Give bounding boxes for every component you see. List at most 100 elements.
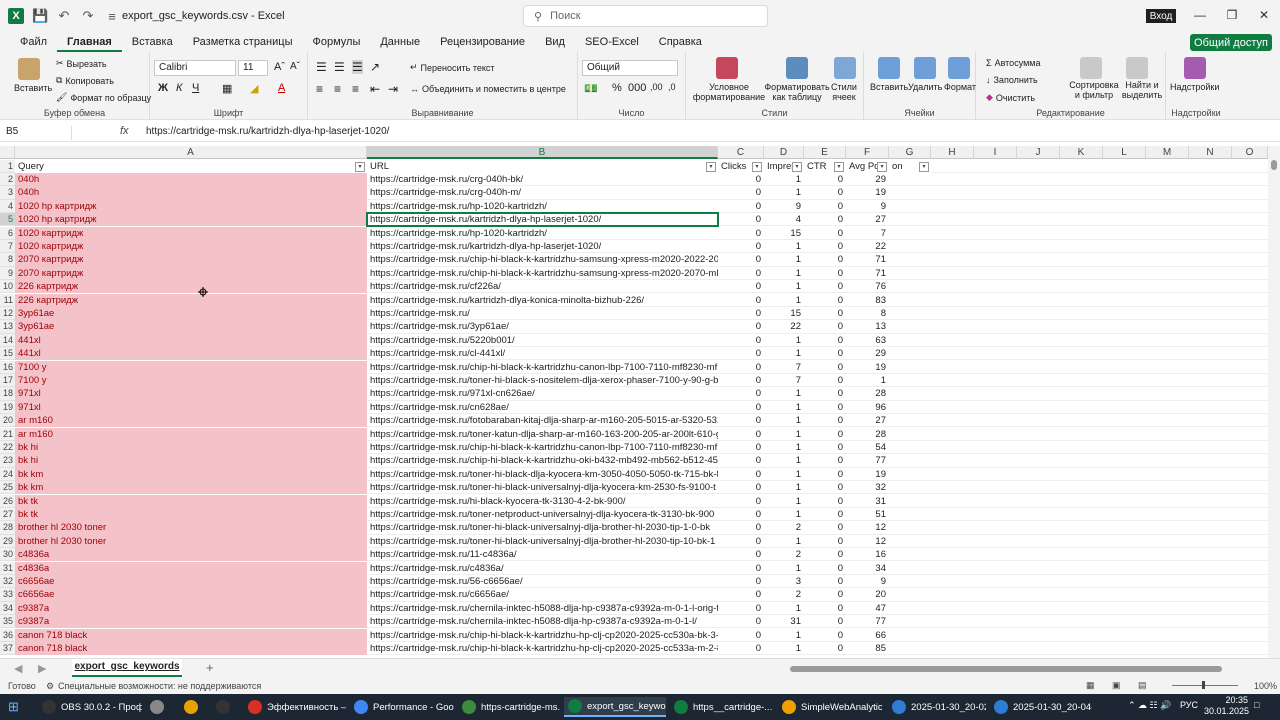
tab-file[interactable]: Файл [10, 32, 57, 52]
impressions-cell[interactable]: 1 [764, 280, 804, 293]
query-cell[interactable]: 7100 у [15, 360, 367, 374]
query-cell[interactable]: 441xl [15, 333, 367, 348]
row-header[interactable]: 20 [0, 414, 15, 428]
avg-position-cell[interactable]: 16 [846, 548, 889, 561]
clicks-cell[interactable]: 0 [718, 615, 764, 628]
name-box[interactable]: B5 [6, 126, 72, 140]
prev-sheet-icon[interactable]: ◀ [14, 662, 22, 675]
sort-filter-button[interactable]: Сортировка и фильтр [1068, 80, 1120, 100]
tab-help[interactable]: Справка [649, 32, 712, 52]
impressions-cell[interactable]: 1 [764, 602, 804, 615]
start-button[interactable]: ⊞ [4, 697, 32, 717]
find-select-icon[interactable] [1126, 57, 1148, 79]
row-header[interactable]: 33 [0, 588, 15, 602]
url-cell[interactable]: https://cartridge-msk.ru/chip-hi-black-k… [367, 454, 718, 467]
find-select-button[interactable]: Найти и выделить [1120, 80, 1164, 100]
url-cell[interactable]: https://cartridge-msk.ru/chip-hi-black-k… [367, 361, 718, 374]
impressions-cell[interactable]: 1 [764, 267, 804, 280]
clicks-cell[interactable]: 0 [718, 374, 764, 387]
clicks-cell[interactable]: 0 [718, 575, 764, 588]
query-cell[interactable]: c6656ae [15, 588, 367, 602]
clicks-cell[interactable]: 0 [718, 253, 764, 266]
query-cell[interactable]: brother hl 2030 toner [15, 521, 367, 535]
zoom-slider-thumb[interactable] [1202, 681, 1205, 689]
query-cell[interactable]: 1020 hp картридж [15, 213, 367, 227]
url-cell[interactable]: https://cartridge-msk.ru/cl-441xl/ [367, 347, 718, 360]
url-cell[interactable]: https://cartridge-msk.ru/hi-black-kyocer… [367, 495, 718, 508]
row-header[interactable]: 30 [0, 548, 15, 562]
url-cell[interactable]: https://cartridge-msk.ru/crg-040h-bk/ [367, 173, 718, 186]
ctr-cell[interactable]: 0 [804, 253, 846, 266]
increase-indent-icon[interactable]: ⇥ [388, 82, 398, 96]
row-header[interactable]: 3 [0, 186, 15, 200]
notification-icon[interactable]: □ [1254, 700, 1259, 710]
query-cell[interactable]: 040h [15, 172, 367, 187]
url-cell[interactable]: https://cartridge-msk.ru/chip-hi-black-k… [367, 441, 718, 454]
url-cell[interactable]: https://cartridge-msk.ru/56-c6656ae/ [367, 575, 718, 588]
query-cell[interactable]: 971xl [15, 400, 367, 415]
avg-position-cell[interactable]: 28 [846, 387, 889, 400]
url-cell[interactable]: https://cartridge-msk.ru/toner-hi-black-… [367, 374, 718, 387]
url-cell[interactable]: https://cartridge-msk.ru/971xl-cn626ae/ [367, 387, 718, 400]
url-cell[interactable]: https://cartridge-msk.ru/c6656ae/ [367, 588, 718, 601]
ctr-cell[interactable]: 0 [804, 361, 846, 374]
header-query[interactable]: Query [15, 159, 367, 173]
worksheet-grid[interactable]: A B C D E F G H I J K L M N O 1 Query ▾ URL ▾ Clicks ▾ Impres ▾… [0, 146, 1268, 658]
url-cell[interactable]: https://cartridge-msk.ru/kartridzh-dlya-… [367, 240, 718, 253]
impressions-cell[interactable]: 1 [764, 535, 804, 548]
clicks-cell[interactable]: 0 [718, 347, 764, 360]
taskbar-app-9[interactable]: SimpleWebAnalytics [778, 697, 882, 717]
avg-position-cell[interactable]: 77 [846, 454, 889, 467]
url-cell[interactable]: https://cartridge-msk.ru/kartridzh-dlya-… [367, 294, 718, 307]
ctr-cell[interactable]: 0 [804, 267, 846, 280]
tray-icons[interactable]: ⌃ ☁ ☷ 🔊 [1128, 700, 1171, 711]
row-header[interactable]: 16 [0, 360, 15, 374]
query-cell[interactable]: brother hl 2030 toner [15, 534, 367, 549]
query-cell[interactable]: c9387a [15, 615, 367, 629]
query-cell[interactable]: 2070 картридж [15, 253, 367, 267]
row-header[interactable]: 35 [0, 615, 15, 629]
url-cell[interactable]: https://cartridge-msk.ru/toner-hi-black-… [367, 468, 718, 481]
impressions-cell[interactable]: 7 [764, 374, 804, 387]
row-header[interactable]: 26 [0, 494, 15, 508]
row-header[interactable]: 2 [0, 172, 15, 187]
impressions-cell[interactable]: 1 [764, 428, 804, 441]
minimize-icon[interactable]: — [1190, 8, 1210, 22]
url-cell[interactable]: https://cartridge-msk.ru/toner-katun-dlj… [367, 428, 718, 441]
ctr-cell[interactable]: 0 [804, 401, 846, 414]
ctr-cell[interactable]: 0 [804, 280, 846, 293]
avg-position-cell[interactable]: 29 [846, 173, 889, 186]
row-header[interactable]: 21 [0, 427, 15, 441]
url-cell[interactable]: https://cartridge-msk.ru/c4836a/ [367, 562, 718, 575]
avg-position-cell[interactable]: 9 [846, 200, 889, 213]
url-cell[interactable]: https://cartridge-msk.ru/chernila-inktec… [367, 602, 718, 615]
ctr-cell[interactable]: 0 [804, 642, 846, 655]
ctr-cell[interactable]: 0 [804, 454, 846, 467]
column-header-k[interactable]: K [1060, 146, 1103, 159]
font-size-select[interactable]: 11 [238, 60, 268, 76]
clicks-cell[interactable]: 0 [718, 227, 764, 240]
ctr-cell[interactable]: 0 [804, 441, 846, 454]
taskbar-app-8[interactable]: https__cartridge-... [670, 697, 774, 717]
row-header[interactable]: 36 [0, 628, 15, 642]
ctr-cell[interactable]: 0 [804, 347, 846, 360]
avg-position-cell[interactable]: 54 [846, 441, 889, 454]
column-header-c[interactable]: C [718, 146, 764, 159]
ctr-cell[interactable]: 0 [804, 562, 846, 575]
taskbar-app-2[interactable] [180, 697, 208, 717]
row-header[interactable]: 27 [0, 507, 15, 522]
merge-center-button[interactable]: ↔ Объединить и поместить в центре [410, 84, 566, 94]
row-header[interactable]: 15 [0, 347, 15, 361]
row-header[interactable]: 24 [0, 467, 15, 482]
ctr-cell[interactable]: 0 [804, 307, 846, 320]
avg-position-cell[interactable]: 51 [846, 508, 889, 521]
avg-position-cell[interactable]: 29 [846, 347, 889, 360]
paste-button[interactable]: Вставить [14, 83, 52, 93]
avg-position-cell[interactable]: 12 [846, 521, 889, 534]
avg-position-cell[interactable]: 77 [846, 615, 889, 628]
taskbar-app-7[interactable]: export_gsc_keywor... [564, 697, 666, 717]
row-header[interactable]: 6 [0, 226, 15, 240]
ctr-cell[interactable]: 0 [804, 615, 846, 628]
clicks-cell[interactable]: 0 [718, 629, 764, 642]
font-color-icon[interactable]: A [278, 82, 285, 94]
